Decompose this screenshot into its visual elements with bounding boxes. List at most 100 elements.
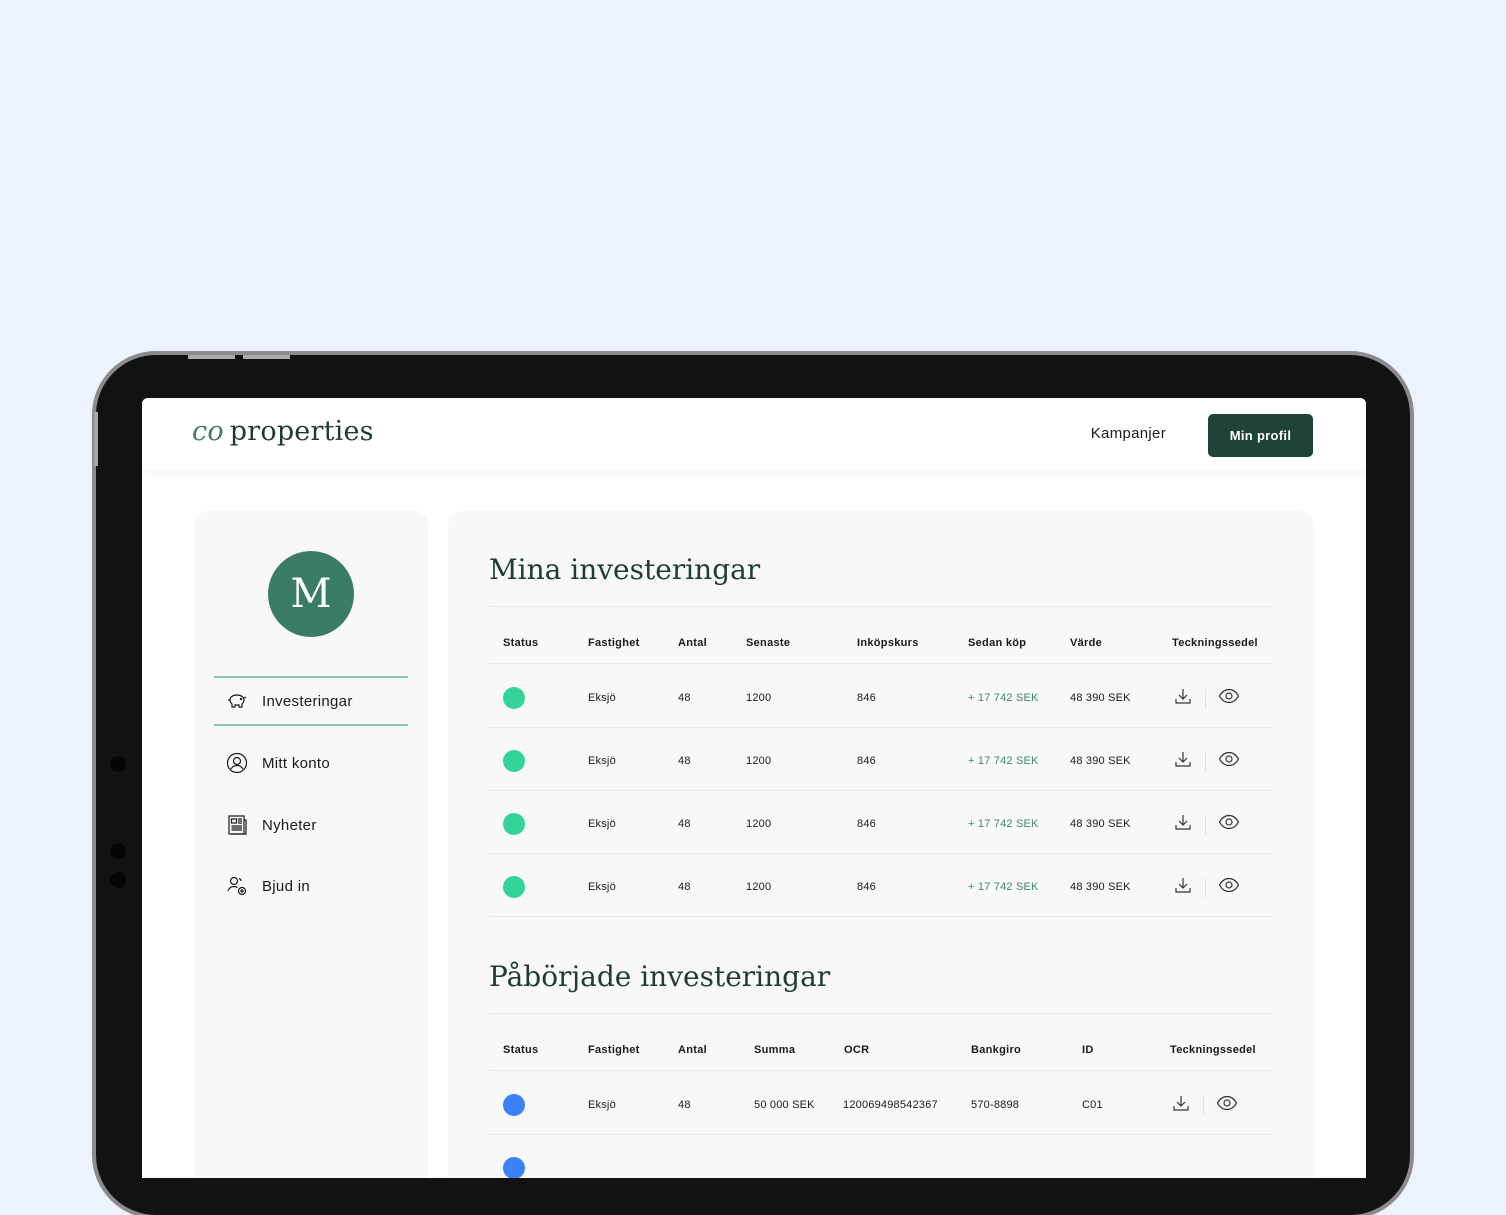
divider [489, 606, 1272, 607]
column-header-teckningssedel: Teckningssedel [1172, 637, 1258, 649]
row-actions [1173, 812, 1240, 837]
column-header-sedan-kop: Sedan köp [968, 637, 1027, 649]
column-header-status: Status [503, 1044, 539, 1056]
status-indicator [503, 1157, 525, 1178]
top-navigation-bar: co properties Kampanjer Min profil [142, 398, 1366, 470]
cell-fastighet: Eksjö [588, 692, 616, 704]
sidebar-item-nyheter[interactable]: Nyheter [214, 802, 408, 848]
action-separator [1203, 1095, 1204, 1116]
action-separator [1205, 814, 1206, 835]
eye-icon[interactable] [1218, 751, 1240, 772]
main-content: Mina investeringar Status Fastighet Anta… [448, 511, 1314, 1178]
eye-icon[interactable] [1216, 1095, 1238, 1116]
cell-senaste: 1200 [746, 818, 772, 830]
table-row: Eksjö 48 1200 846 + 17 742 SEK 48 390 SE… [489, 853, 1272, 917]
status-indicator [503, 813, 525, 835]
column-header-ocr: OCR [844, 1044, 870, 1056]
download-icon[interactable] [1173, 875, 1193, 900]
cell-varde: 48 390 SEK [1070, 881, 1131, 893]
cell-senaste: 1200 [746, 692, 772, 704]
sidebar-item-investeringar[interactable]: Investeringar [214, 676, 408, 726]
piggy-bank-icon [226, 690, 248, 712]
action-separator [1205, 751, 1206, 772]
download-icon[interactable] [1173, 749, 1193, 774]
tablet-button-top-2 [243, 355, 290, 359]
tablet-sensor-3 [110, 872, 126, 888]
nav-link-kampanjer[interactable]: Kampanjer [1091, 425, 1166, 442]
eye-icon[interactable] [1218, 877, 1240, 898]
cell-varde: 48 390 SEK [1070, 692, 1131, 704]
row-actions [1173, 686, 1240, 711]
column-header-teckningssedel: Teckningssedel [1170, 1044, 1256, 1056]
eye-icon[interactable] [1218, 688, 1240, 709]
row-actions [1173, 749, 1240, 774]
cell-ocr: 120069498542367 [843, 1099, 938, 1111]
table-row: Eksjö 48 1200 846 + 17 742 SEK 48 390 SE… [489, 727, 1272, 791]
column-header-fastighet: Fastighet [588, 1044, 640, 1056]
cell-sedan-kop: + 17 742 SEK [968, 881, 1039, 893]
logo-text: properties [229, 416, 374, 447]
sidebar: M Investeringar Mitt konto Nyheter Bjud … [194, 511, 428, 1178]
action-separator [1205, 688, 1206, 709]
cell-fastighet: Eksjö [588, 755, 616, 767]
started-investments-title: Påbörjade investeringar [489, 960, 831, 993]
eye-icon[interactable] [1218, 814, 1240, 835]
cell-sedan-kop: + 17 742 SEK [968, 818, 1039, 830]
cell-antal: 48 [678, 755, 691, 767]
cell-varde: 48 390 SEK [1070, 818, 1131, 830]
cell-antal: 48 [678, 881, 691, 893]
cell-antal: 48 [678, 818, 691, 830]
cell-summa: 50 000 SEK [754, 1099, 815, 1111]
sidebar-item-bjud-in[interactable]: Bjud in [214, 863, 408, 909]
sidebar-item-label: Bjud in [262, 877, 310, 895]
column-header-varde: Värde [1070, 637, 1103, 649]
cell-bankgiro: 570-8898 [971, 1099, 1020, 1111]
status-indicator [503, 750, 525, 772]
cell-antal: 48 [678, 1099, 691, 1111]
cell-inkopskurs: 846 [857, 692, 876, 704]
column-header-inkopskurs: Inköpskurs [857, 637, 919, 649]
avatar: M [268, 551, 354, 637]
cell-fastighet: Eksjö [588, 1099, 616, 1111]
sidebar-item-label: Mitt konto [262, 754, 331, 772]
app-screen: co properties Kampanjer Min profil M Inve… [142, 398, 1366, 1178]
column-header-fastighet: Fastighet [588, 637, 640, 649]
row-actions [1173, 875, 1240, 900]
cell-fastighet: Eksjö [588, 881, 616, 893]
brand-logo[interactable]: co properties [192, 416, 374, 447]
download-icon[interactable] [1171, 1093, 1191, 1118]
column-header-status: Status [503, 637, 539, 649]
table-row: Eksjö 48 1200 846 + 17 742 SEK 48 390 SE… [489, 790, 1272, 854]
download-icon[interactable] [1173, 812, 1193, 837]
action-separator [1205, 877, 1206, 898]
cell-inkopskurs: 846 [857, 755, 876, 767]
cell-id: C01 [1082, 1099, 1103, 1111]
profile-button[interactable]: Min profil [1208, 414, 1313, 457]
tablet-sensor-1 [110, 756, 126, 772]
table-row: Eksjö 48 50 000 SEK 120069498542367 570-… [489, 1071, 1272, 1135]
column-header-senaste: Senaste [746, 637, 791, 649]
status-indicator [503, 1094, 525, 1116]
investments-title: Mina investeringar [489, 553, 761, 586]
status-indicator [503, 687, 525, 709]
table-row: Eksjö 48 1200 846 + 17 742 SEK 48 390 SE… [489, 664, 1272, 728]
cell-inkopskurs: 846 [857, 881, 876, 893]
row-actions [1171, 1093, 1238, 1118]
cell-varde: 48 390 SEK [1070, 755, 1131, 767]
column-header-id: ID [1082, 1044, 1094, 1056]
sidebar-item-mitt-konto[interactable]: Mitt konto [214, 740, 408, 786]
sidebar-item-label: Nyheter [262, 816, 317, 834]
download-icon[interactable] [1173, 686, 1193, 711]
logo-mark: co [192, 416, 224, 447]
cell-senaste: 1200 [746, 755, 772, 767]
cell-sedan-kop: + 17 742 SEK [968, 692, 1039, 704]
invite-user-icon [226, 875, 248, 897]
cell-antal: 48 [678, 692, 691, 704]
tablet-sensor-2 [110, 843, 126, 859]
column-header-antal: Antal [678, 1044, 707, 1056]
user-icon [226, 752, 248, 774]
status-indicator [503, 876, 525, 898]
cell-senaste: 1200 [746, 881, 772, 893]
cell-inkopskurs: 846 [857, 818, 876, 830]
column-header-summa: Summa [754, 1044, 796, 1056]
